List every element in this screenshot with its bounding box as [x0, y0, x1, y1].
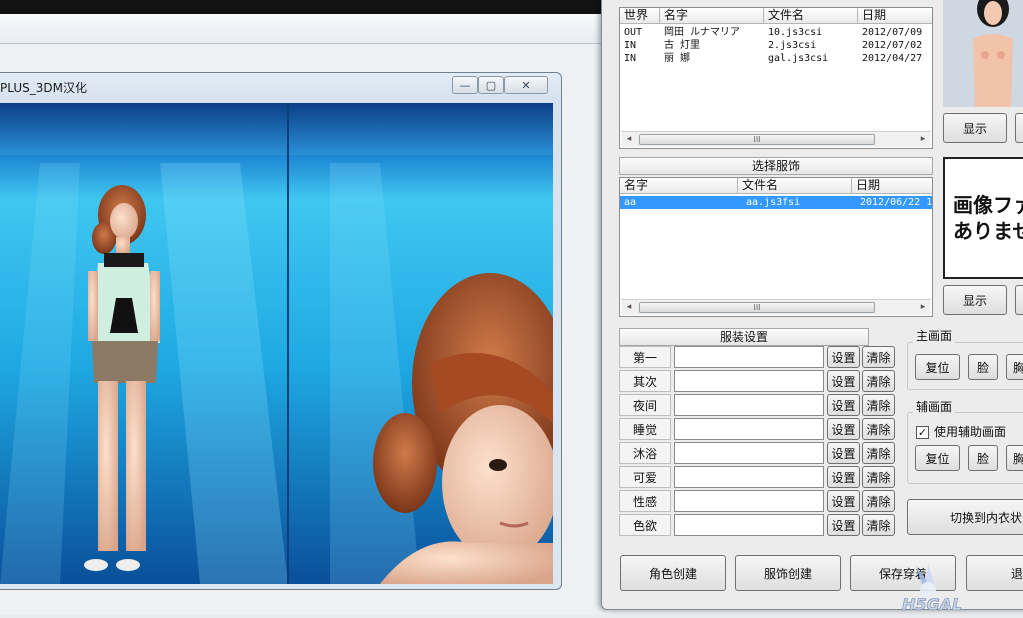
- character-extra-button[interactable]: [1015, 113, 1023, 143]
- outfit-slot-label: 第一: [619, 346, 671, 368]
- sub-reset-button[interactable]: 复位: [915, 445, 960, 471]
- outfit-slot-label: 睡觉: [619, 418, 671, 440]
- create-character-button[interactable]: 角色创建: [620, 555, 726, 591]
- list-item[interactable]: aa aa.js3fsi 2012/06/22 1: [620, 196, 932, 209]
- horizontal-scrollbar[interactable]: ◂ III ▸: [621, 131, 931, 147]
- outfit-slot-field[interactable]: [674, 466, 824, 488]
- outfit-slot-clear-button[interactable]: 清除: [862, 370, 895, 392]
- outfit-slot-field[interactable]: [674, 346, 824, 368]
- outfit-slot-label: 其次: [619, 370, 671, 392]
- scroll-left-icon[interactable]: ◂: [621, 132, 637, 147]
- minimize-icon: —: [459, 78, 471, 92]
- column-header-name[interactable]: 名字: [660, 8, 764, 24]
- column-header-date[interactable]: 日期: [858, 8, 932, 24]
- main-face-button[interactable]: 脸: [968, 354, 998, 380]
- outfit-slot-label: 沐浴: [619, 442, 671, 464]
- close-icon: ✕: [521, 78, 531, 92]
- outfit-slot-field[interactable]: [674, 442, 824, 464]
- sub-view-title: 辅画面: [913, 400, 956, 414]
- outfit-slot-clear-button[interactable]: 清除: [862, 442, 895, 464]
- outfit-slot-set-button[interactable]: 设置: [827, 418, 860, 440]
- control-panel: 世界 名字 文件名 日期 OUT 岡田 ルナマリア 10.js3csi 2012…: [601, 0, 1023, 610]
- column-header-filename[interactable]: 文件名: [738, 178, 852, 194]
- viewer-window: PLUS_3DM汉化 — ▢ ✕: [0, 72, 562, 590]
- costume-extra-button[interactable]: [1015, 285, 1023, 315]
- no-image-placeholder: 画像ファ ありませ: [943, 157, 1023, 279]
- outfit-slot-set-button[interactable]: 设置: [827, 370, 860, 392]
- switch-underwear-button[interactable]: 切换到内衣状: [907, 499, 1023, 535]
- watermark-text: H5GAL: [902, 595, 962, 614]
- viewer-title: PLUS_3DM汉化: [0, 81, 87, 95]
- outfit-slot-set-button[interactable]: 设置: [827, 442, 860, 464]
- show-costume-button[interactable]: 显示: [943, 285, 1007, 315]
- scroll-thumb[interactable]: III: [639, 302, 875, 313]
- close-button[interactable]: ✕: [504, 76, 548, 94]
- list-item[interactable]: OUT 岡田 ルナマリア 10.js3csi 2012/07/09: [620, 26, 932, 39]
- list-item[interactable]: IN 丽 娜 gal.js3csi 2012/04/27: [620, 52, 932, 65]
- character-list[interactable]: 世界 名字 文件名 日期 OUT 岡田 ルナマリア 10.js3csi 2012…: [619, 7, 933, 149]
- horizontal-scrollbar[interactable]: ◂ III ▸: [621, 299, 931, 315]
- list-item[interactable]: IN 古 灯里 2.js3csi 2012/07/02: [620, 39, 932, 52]
- character-preview-image: [943, 0, 1023, 107]
- column-header-filename[interactable]: 文件名: [764, 8, 858, 24]
- background-window-titlebar: [0, 0, 612, 14]
- scroll-left-icon[interactable]: ◂: [621, 300, 637, 315]
- background-window-frame: [0, 14, 612, 44]
- use-sub-view-label: 使用辅助画面: [934, 425, 1007, 439]
- show-character-button[interactable]: 显示: [943, 113, 1007, 143]
- maximize-button[interactable]: ▢: [478, 76, 504, 94]
- costume-list[interactable]: 名字 文件名 日期 aa aa.js3fsi 2012/06/22 1 ◂ II…: [619, 177, 933, 317]
- outfit-slot-set-button[interactable]: 设置: [827, 346, 860, 368]
- outfit-slot-set-button[interactable]: 设置: [827, 394, 860, 416]
- outfit-slot-set-button[interactable]: 设置: [827, 490, 860, 512]
- outfit-slot-set-button[interactable]: 设置: [827, 514, 860, 536]
- outfit-slot-field[interactable]: [674, 418, 824, 440]
- underwater-scene: [0, 103, 553, 584]
- outfit-slot-set-button[interactable]: 设置: [827, 466, 860, 488]
- costume-list-title: 选择服饰: [619, 157, 933, 175]
- outfit-slot-label: 性感: [619, 490, 671, 512]
- minimize-button[interactable]: —: [452, 76, 478, 94]
- outfit-slot-field[interactable]: [674, 370, 824, 392]
- outfit-slot-clear-button[interactable]: 清除: [862, 346, 895, 368]
- main-view-title: 主画面: [913, 329, 956, 343]
- outfit-slot-label: 色欲: [619, 514, 671, 536]
- scroll-right-icon[interactable]: ▸: [915, 300, 931, 315]
- outfit-slot-label: 夜间: [619, 394, 671, 416]
- column-header-world[interactable]: 世界: [620, 8, 660, 24]
- sub-face-button[interactable]: 脸: [968, 445, 998, 471]
- column-header-date[interactable]: 日期: [852, 178, 932, 194]
- scroll-right-icon[interactable]: ▸: [915, 132, 931, 147]
- main-reset-button[interactable]: 复位: [915, 354, 960, 380]
- 3d-viewport[interactable]: [0, 103, 553, 584]
- scroll-thumb[interactable]: III: [639, 134, 875, 145]
- outfit-slot-field[interactable]: [674, 490, 824, 512]
- outfit-slot-clear-button[interactable]: 清除: [862, 466, 895, 488]
- create-costume-button[interactable]: 服饰创建: [735, 555, 841, 591]
- outfit-slot-clear-button[interactable]: 清除: [862, 490, 895, 512]
- outfit-settings-title: 服装设置: [619, 328, 869, 346]
- maximize-icon: ▢: [485, 78, 497, 92]
- sub-chest-button[interactable]: 胸: [1006, 445, 1023, 471]
- outfit-slot-label: 可爱: [619, 466, 671, 488]
- outfit-slot-clear-button[interactable]: 清除: [862, 394, 895, 416]
- outfit-slot-clear-button[interactable]: 清除: [862, 418, 895, 440]
- column-header-name[interactable]: 名字: [620, 178, 738, 194]
- outfit-slot-field[interactable]: [674, 394, 824, 416]
- main-chest-button[interactable]: 胸: [1006, 354, 1023, 380]
- outfit-slot-field[interactable]: [674, 514, 824, 536]
- outfit-slot-clear-button[interactable]: 清除: [862, 514, 895, 536]
- use-sub-view-checkbox[interactable]: ✓: [916, 426, 929, 439]
- watermark-logo: H5GAL: [898, 560, 978, 615]
